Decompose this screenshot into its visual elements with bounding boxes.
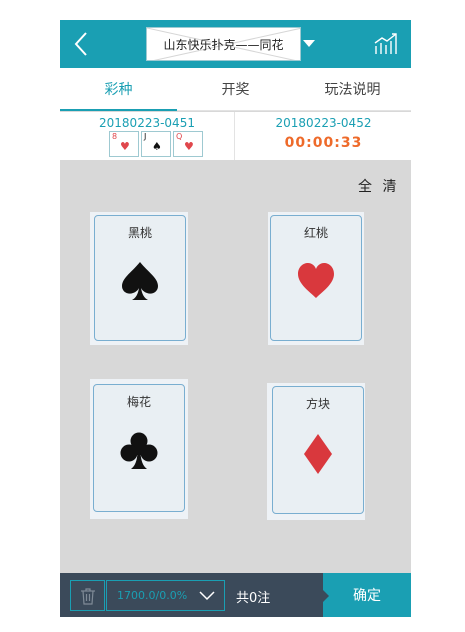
clear-all-button[interactable]: 全 清 — [358, 176, 399, 196]
bet-count: 共0注 — [236, 591, 271, 606]
suit-card-club[interactable]: 梅花 — [93, 384, 185, 512]
tab-draw-results[interactable]: 开奖 — [177, 68, 294, 110]
drawn-card: Q ♥ — [173, 131, 203, 157]
confirm-button[interactable]: 确定 — [323, 573, 411, 617]
last-draw-cards: 8 ♥ J ♠ Q ♥ — [109, 131, 203, 157]
spade-card-wrap: 黑桃 — [90, 212, 188, 345]
header-bar: 山东快乐扑克——同花 — [60, 20, 411, 68]
suit-label: 红桃 — [303, 226, 328, 240]
countdown-timer: 00:00:33 — [284, 135, 363, 151]
caret-down-icon[interactable] — [303, 40, 315, 48]
card-rank: Q — [176, 132, 183, 141]
page-title: 山东快乐扑克——同花 — [163, 37, 284, 52]
last-draw-period: 20180223-0451 — [99, 116, 195, 130]
tab-bar: 彩种 开奖 玩法说明 — [60, 68, 411, 111]
card-rank: 8 — [112, 132, 118, 141]
last-draw[interactable]: 20180223-0451 8 ♥ J ♠ Q ♥ — [60, 112, 235, 160]
chevron-down-icon — [199, 591, 215, 601]
tab-rules[interactable]: 玩法说明 — [294, 68, 411, 110]
suit-label: 黑桃 — [127, 226, 152, 240]
suit-card-heart[interactable]: 红桃 — [270, 215, 362, 341]
odds-value: 1700.0/0.0% — [117, 589, 188, 602]
heart-icon: ♥ — [184, 140, 194, 153]
next-draw: 20180223-0452 00:00:33 — [236, 112, 411, 160]
confirm-notch — [323, 590, 329, 602]
draw-info-panel: 20180223-0451 8 ♥ J ♠ Q ♥ 20180223-0452 … — [60, 112, 411, 160]
drawn-card: J ♠ — [141, 131, 171, 157]
suit-label: 方块 — [305, 397, 330, 411]
spade-icon — [122, 262, 158, 300]
chevron-left-icon[interactable] — [70, 30, 94, 58]
app-screen: 山东快乐扑克——同花 彩种 开奖 玩法说明 20180223-0451 8 ♥ … — [60, 20, 411, 617]
club-icon — [120, 432, 158, 469]
heart-icon: ♥ — [120, 140, 130, 153]
trash-button[interactable] — [70, 580, 105, 611]
suit-label: 梅花 — [126, 395, 151, 409]
drawn-card: 8 ♥ — [109, 131, 139, 157]
odds-dropdown[interactable]: 1700.0/0.0% — [106, 580, 225, 611]
trend-chart-icon[interactable] — [373, 32, 399, 56]
diamond-card-wrap: 方块 — [267, 383, 365, 520]
trash-icon — [80, 587, 95, 605]
bottom-bar: 1700.0/0.0% 共0注 确定 — [60, 573, 411, 617]
heart-icon — [298, 263, 334, 298]
club-card-wrap: 梅花 — [90, 379, 188, 519]
heart-card-wrap: 红桃 — [268, 212, 364, 345]
next-draw-period: 20180223-0452 — [275, 116, 372, 130]
lottery-type-selector[interactable]: 山东快乐扑克——同花 — [146, 27, 301, 61]
card-rank: J — [144, 132, 147, 141]
diamond-icon — [304, 434, 332, 474]
suit-card-spade[interactable]: 黑桃 — [94, 215, 186, 341]
suit-card-diamond[interactable]: 方块 — [272, 386, 364, 514]
tab-lottery-type[interactable]: 彩种 — [60, 68, 177, 111]
spade-icon: ♠ — [152, 140, 162, 153]
